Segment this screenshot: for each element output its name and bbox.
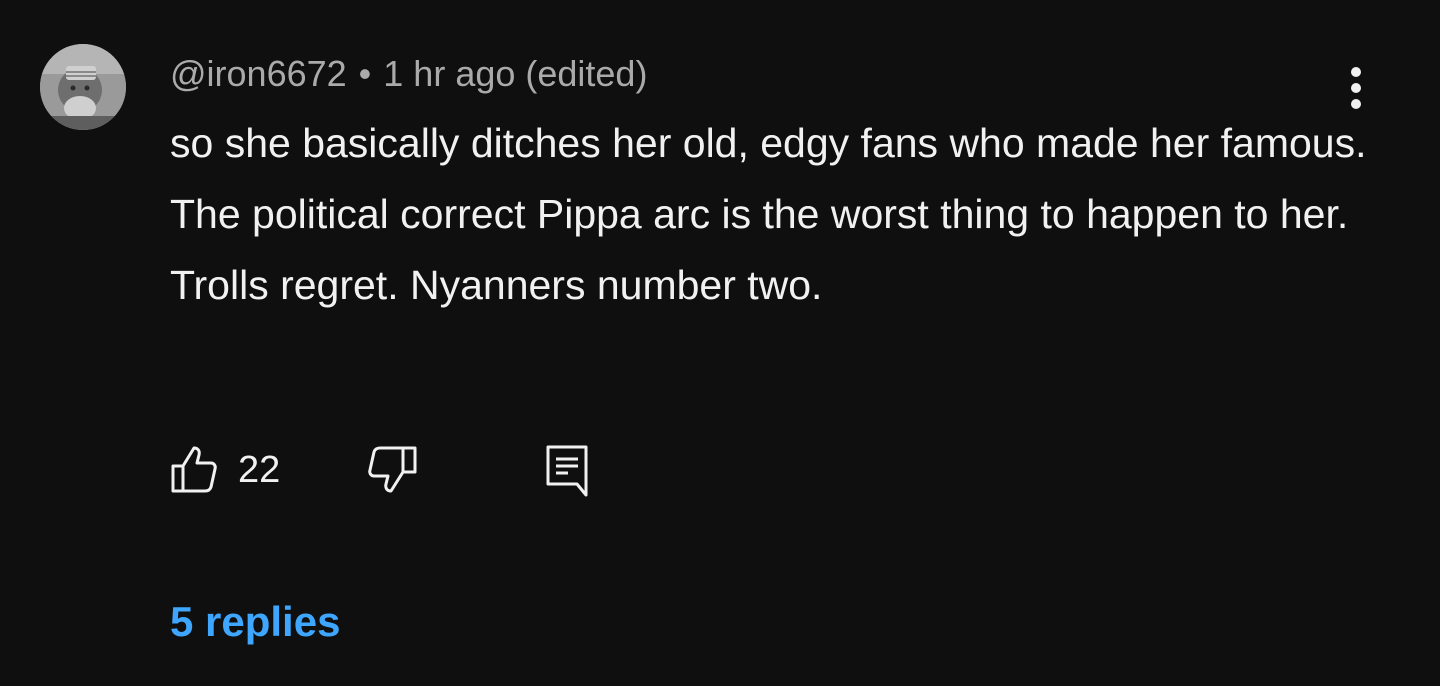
comment-icon	[546, 445, 588, 497]
like-button[interactable]	[170, 444, 218, 494]
dislike-button[interactable]	[366, 444, 418, 494]
comment-timestamp: 1 hr ago (edited)	[383, 53, 648, 94]
reply-button[interactable]	[542, 442, 592, 498]
avatar[interactable]	[40, 44, 126, 130]
comment-text: so she basically ditches her old, edgy f…	[170, 120, 1367, 308]
avatar-image	[40, 44, 126, 130]
more-vert-icon	[1351, 67, 1361, 109]
comment-thread: @iron6672 • 1 hr ago (edited) so she basic…	[0, 0, 1440, 686]
author-handle[interactable]: @iron6672	[170, 53, 347, 94]
view-replies-link[interactable]: 5 replies	[170, 596, 340, 648]
like-count: 22	[238, 449, 281, 491]
more-options-button[interactable]	[1330, 62, 1382, 114]
meta-separator: •	[358, 53, 372, 94]
thumb-up-icon	[171, 446, 217, 493]
comment-header: @iron6672 • 1 hr ago (edited)	[170, 52, 647, 96]
thumb-down-icon	[368, 446, 417, 493]
